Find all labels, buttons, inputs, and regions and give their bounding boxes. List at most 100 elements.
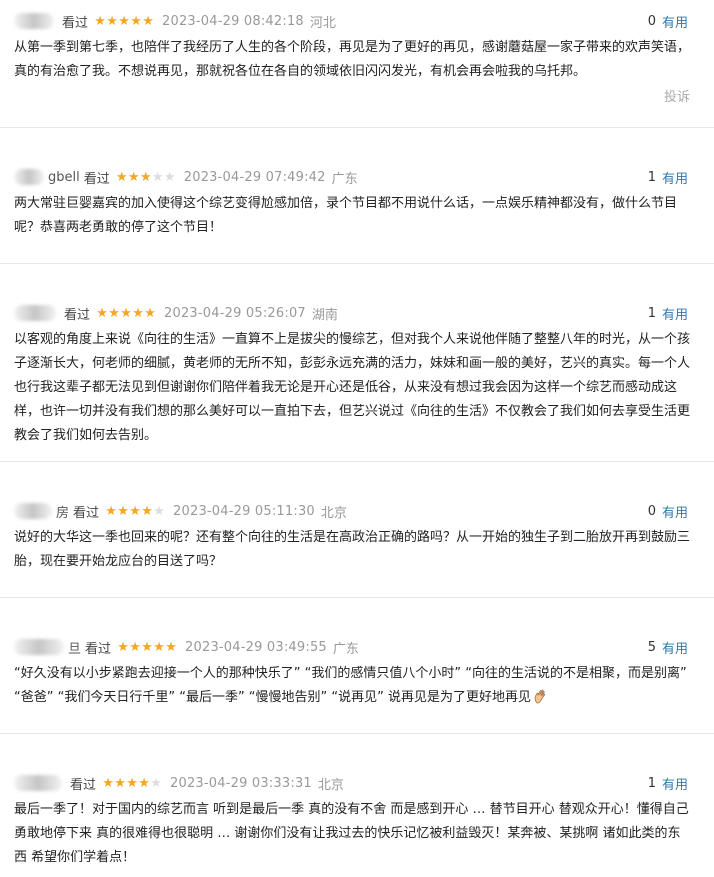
star-icon: ★ [126, 775, 138, 791]
username-blurred [14, 305, 56, 321]
useful-button[interactable]: 有用 [662, 304, 688, 323]
star-icon: ★ [139, 169, 152, 185]
review-time: 2023-04-29 05:26:07 [164, 305, 306, 321]
watched-label: 看过 [64, 307, 91, 323]
star-icon: ★ [130, 13, 142, 29]
star-icon: ★ [127, 169, 140, 185]
star-icon: ★ [142, 13, 154, 29]
review-item: 房 看过 ★ ★ ★ ★ ★ 2023-04-29 05:11:30 北京 0 … [0, 462, 714, 598]
vote-area: 1 有用 [648, 772, 688, 794]
star-icon: ★ [144, 305, 156, 321]
rating-stars: ★ ★ ★ ★ ★ [116, 171, 176, 184]
star-icon: ★ [138, 775, 150, 791]
review-meta: 看过 ★ ★ ★ ★ ★ 2023-04-29 03:33:31 北京 [14, 772, 700, 794]
star-icon: ★ [115, 169, 128, 185]
username-blurred [14, 13, 54, 29]
review-item: 看过 ★ ★ ★ ★ ★ 2023-04-29 03:33:31 北京 1 有用… [0, 734, 714, 877]
useful-button[interactable]: 有用 [662, 774, 688, 793]
watched-label: 看过 [73, 505, 100, 521]
useful-button[interactable]: 有用 [662, 638, 688, 657]
review-item: gbell 看过 ★ ★ ★ ★ ★ 2023-04-29 07:49:42 广… [0, 128, 714, 264]
review-meta: 旦 看过 ★ ★ ★ ★ ★ 2023-04-29 03:49:55 广东 [14, 636, 700, 658]
review-text: “好久没有以小步紧跑去迎接一个人的那种快乐了” “我们的感情只值八个小时” “向… [14, 666, 687, 705]
star-icon: ★ [120, 305, 132, 321]
star-icon: ★ [153, 503, 165, 519]
review-content: 以客观的角度上来说《向往的生活》一直算不上是拔尖的慢综艺，但对我个人来说他伴随了… [14, 332, 691, 443]
star-icon: ★ [129, 639, 141, 655]
vote-count: 1 [647, 775, 656, 791]
watched-label: 看过 [62, 15, 89, 31]
rating-stars: ★ ★ ★ ★ ★ [102, 777, 162, 790]
star-icon: ★ [102, 775, 114, 791]
rating-stars: ★ ★ ★ ★ ★ [117, 641, 177, 654]
review-meta: 房 看过 ★ ★ ★ ★ ★ 2023-04-29 05:11:30 北京 [14, 500, 700, 522]
username-blurred [14, 169, 44, 185]
vote-count: 0 [647, 503, 656, 519]
review-location: 北京 [320, 505, 347, 521]
username-blurred [14, 503, 52, 519]
watched-label: 看过 [70, 777, 97, 793]
review-location: 湖南 [311, 307, 338, 323]
review-time: 2023-04-29 07:49:42 [183, 169, 326, 185]
vote-count: 0 [647, 13, 656, 29]
vote-area: 5 有用 [648, 636, 688, 658]
star-icon: ★ [106, 13, 118, 29]
vote-count: 5 [647, 639, 656, 655]
review-content: 说好的大华这一季也回来的呢？还有整个向往的生活是在高政治正确的路吗？从一开始的独… [14, 530, 691, 569]
star-icon: ★ [118, 13, 130, 29]
review-meta: 看过 ★ ★ ★ ★ ★ 2023-04-29 05:26:07 湖南 [14, 302, 700, 324]
username[interactable]: 房 [56, 502, 69, 521]
username-blurred [14, 639, 64, 655]
star-icon: ★ [132, 305, 144, 321]
review-content: “好久没有以小步紧跑去迎接一个人的那种快乐了” “我们的感情只值八个小时” “向… [14, 662, 700, 710]
star-icon: ★ [117, 503, 129, 519]
star-icon: ★ [114, 775, 126, 791]
review-time: 2023-04-29 08:42:18 [162, 13, 304, 29]
review-meta: 看过 ★ ★ ★ ★ ★ 2023-04-29 08:42:18 河北 [14, 10, 700, 32]
star-icon: ★ [105, 503, 117, 519]
star-icon: ★ [150, 775, 162, 791]
star-icon: ★ [129, 503, 141, 519]
useful-button[interactable]: 有用 [662, 12, 688, 31]
vote-area: 1 有用 [648, 166, 688, 188]
review-location: 广东 [331, 171, 358, 187]
username[interactable]: 旦 [68, 638, 81, 657]
star-icon: ★ [94, 13, 106, 29]
waving-hand-icon [534, 689, 546, 704]
review-meta: gbell 看过 ★ ★ ★ ★ ★ 2023-04-29 07:49:42 广… [14, 166, 700, 188]
review-item: 看过 ★ ★ ★ ★ ★ 2023-04-29 08:42:18 河北 0 有用… [0, 0, 714, 128]
useful-button[interactable]: 有用 [662, 168, 688, 187]
review-location: 广东 [332, 641, 359, 657]
vote-area: 0 有用 [648, 500, 688, 522]
review-item: 看过 ★ ★ ★ ★ ★ 2023-04-29 05:26:07 湖南 1 有用… [0, 264, 714, 462]
useful-button[interactable]: 有用 [662, 502, 688, 521]
star-icon: ★ [96, 305, 108, 321]
star-icon: ★ [165, 639, 177, 655]
rating-stars: ★ ★ ★ ★ ★ [94, 15, 154, 28]
watched-label: 看过 [85, 641, 112, 657]
watched-label: 看过 [83, 171, 110, 187]
star-icon: ★ [141, 503, 153, 519]
star-icon: ★ [108, 305, 120, 321]
vote-area: 1 有用 [648, 302, 688, 324]
review-content: 从第一季到第七季，也陪伴了我经历了人生的各个阶段，再见是为了更好的再见，感谢蘑菇… [14, 40, 691, 79]
review-content: 两大常驻巨婴嘉宾的加入使得这个综艺变得尬感加倍，录个节目都不用说什么话，一点娱乐… [14, 196, 678, 235]
rating-stars: ★ ★ ★ ★ ★ [96, 307, 156, 320]
review-item: 旦 看过 ★ ★ ★ ★ ★ 2023-04-29 03:49:55 广东 5 … [0, 598, 714, 734]
review-location: 河北 [309, 15, 336, 31]
review-time: 2023-04-29 03:49:55 [185, 639, 327, 655]
report-link[interactable]: 投诉 [14, 86, 700, 105]
review-time: 2023-04-29 05:11:30 [173, 503, 315, 519]
review-time: 2023-04-29 03:33:31 [170, 775, 312, 791]
review-content: 最后一季了！对于国内的综艺而言 听到是最后一季 真的没有不舍 而是感到开心 … … [14, 802, 689, 865]
star-icon: ★ [163, 169, 176, 185]
review-location: 北京 [317, 777, 344, 793]
vote-area: 0 有用 [648, 10, 688, 32]
star-icon: ★ [151, 169, 164, 185]
username-blurred [14, 775, 62, 791]
rating-stars: ★ ★ ★ ★ ★ [105, 505, 165, 518]
vote-count: 1 [647, 169, 656, 185]
star-icon: ★ [141, 639, 153, 655]
username[interactable]: gbell [48, 170, 80, 185]
vote-count: 1 [647, 305, 656, 321]
